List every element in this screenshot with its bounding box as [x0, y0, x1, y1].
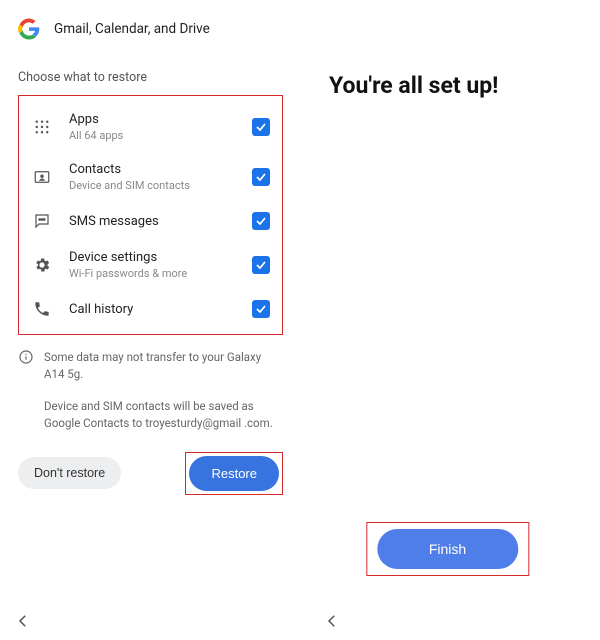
restore-item-text: Call history: [69, 302, 252, 317]
restore-item-apps[interactable]: Apps All 64 apps: [23, 102, 278, 152]
contacts-icon: [29, 168, 55, 186]
calls-checkbox[interactable]: [252, 300, 270, 318]
info-row: Some data may not transfer to your Galax…: [18, 349, 283, 382]
info-text-2: Device and SIM contacts will be saved as…: [44, 398, 283, 431]
restore-item-text: Contacts Device and SIM contacts: [69, 162, 252, 192]
header: Gmail, Calendar, and Drive: [18, 18, 283, 40]
restore-item-label: Device settings: [69, 250, 252, 265]
restore-button[interactable]: Restore: [189, 456, 279, 491]
gear-icon: [29, 256, 55, 274]
finish-screen: You're all set up! Finish: [295, 0, 600, 640]
restore-item-sub: Device and SIM contacts: [69, 179, 252, 192]
restore-item-sub: All 64 apps: [69, 129, 252, 142]
header-title: Gmail, Calendar, and Drive: [54, 21, 210, 37]
restore-item-contacts[interactable]: Contacts Device and SIM contacts: [23, 152, 278, 202]
google-logo-icon: [18, 18, 40, 40]
restore-item-text: Apps All 64 apps: [69, 112, 252, 142]
info-icon: [18, 349, 34, 382]
restore-item-label: SMS messages: [69, 214, 252, 229]
dont-restore-button[interactable]: Don't restore: [18, 457, 121, 489]
contacts-checkbox[interactable]: [252, 168, 270, 186]
highlight-box: Restore: [185, 452, 283, 495]
back-chevron-icon[interactable]: [14, 612, 32, 634]
highlight-box: Finish: [366, 522, 529, 576]
apps-checkbox[interactable]: [252, 118, 270, 136]
restore-item-calls[interactable]: Call history: [23, 290, 278, 328]
restore-item-sms[interactable]: SMS messages: [23, 202, 278, 240]
restore-options-box: Apps All 64 apps Contacts Device and SIM…: [18, 95, 283, 335]
back-chevron-icon[interactable]: [323, 612, 341, 634]
restore-item-text: Device settings Wi-Fi passwords & more: [69, 250, 252, 280]
finish-heading: You're all set up!: [329, 72, 582, 99]
info-text-1: Some data may not transfer to your Galax…: [44, 349, 283, 382]
sms-icon: [29, 212, 55, 230]
apps-grid-icon: [29, 118, 55, 136]
choose-subhead: Choose what to restore: [18, 70, 283, 85]
restore-item-text: SMS messages: [69, 214, 252, 229]
button-row: Don't restore Restore: [18, 452, 283, 495]
restore-item-label: Call history: [69, 302, 252, 317]
restore-item-sub: Wi-Fi passwords & more: [69, 267, 252, 280]
phone-icon: [29, 300, 55, 318]
restore-screen: Gmail, Calendar, and Drive Choose what t…: [0, 0, 295, 640]
restore-item-label: Contacts: [69, 162, 252, 177]
finish-button[interactable]: Finish: [377, 529, 518, 569]
restore-item-label: Apps: [69, 112, 252, 127]
restore-item-settings[interactable]: Device settings Wi-Fi passwords & more: [23, 240, 278, 290]
finish-wrap: Finish: [366, 522, 529, 576]
settings-checkbox[interactable]: [252, 256, 270, 274]
sms-checkbox[interactable]: [252, 212, 270, 230]
